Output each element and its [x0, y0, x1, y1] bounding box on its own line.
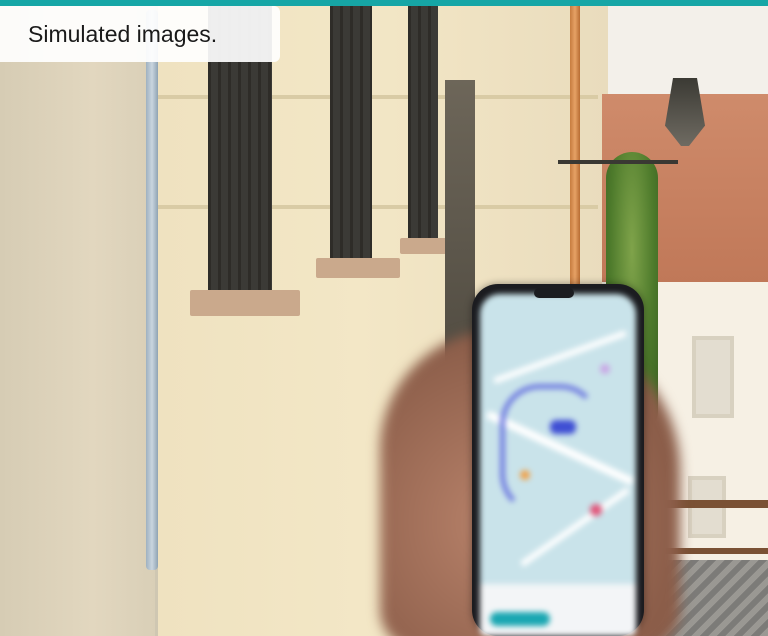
- app-bottom-bar: [480, 584, 636, 636]
- phone-notch: [534, 288, 574, 298]
- window-bars: [408, 6, 438, 244]
- caption-text: Simulated images.: [28, 20, 218, 47]
- poi-marker: [520, 470, 530, 480]
- photo-scene: Simulated images.: [0, 0, 768, 636]
- poi-marker: [590, 504, 602, 516]
- window-sill: [316, 258, 400, 278]
- map-road: [493, 330, 627, 384]
- caption-box: Simulated images.: [0, 6, 280, 62]
- drain-pipe: [146, 10, 158, 570]
- phone-screen: [480, 294, 636, 636]
- left-wall: [0, 6, 155, 636]
- house-window: [692, 336, 734, 418]
- window-bars: [330, 6, 372, 264]
- map-route: [500, 384, 600, 514]
- app-action-pill: [490, 612, 550, 626]
- barred-window: [408, 6, 438, 244]
- location-marker: [550, 420, 576, 434]
- lamp-bracket: [558, 160, 678, 204]
- window-sill: [190, 290, 300, 316]
- barred-window: [330, 6, 372, 264]
- copper-pipe: [570, 6, 580, 296]
- poi-marker: [600, 364, 610, 374]
- smartphone: [472, 284, 644, 636]
